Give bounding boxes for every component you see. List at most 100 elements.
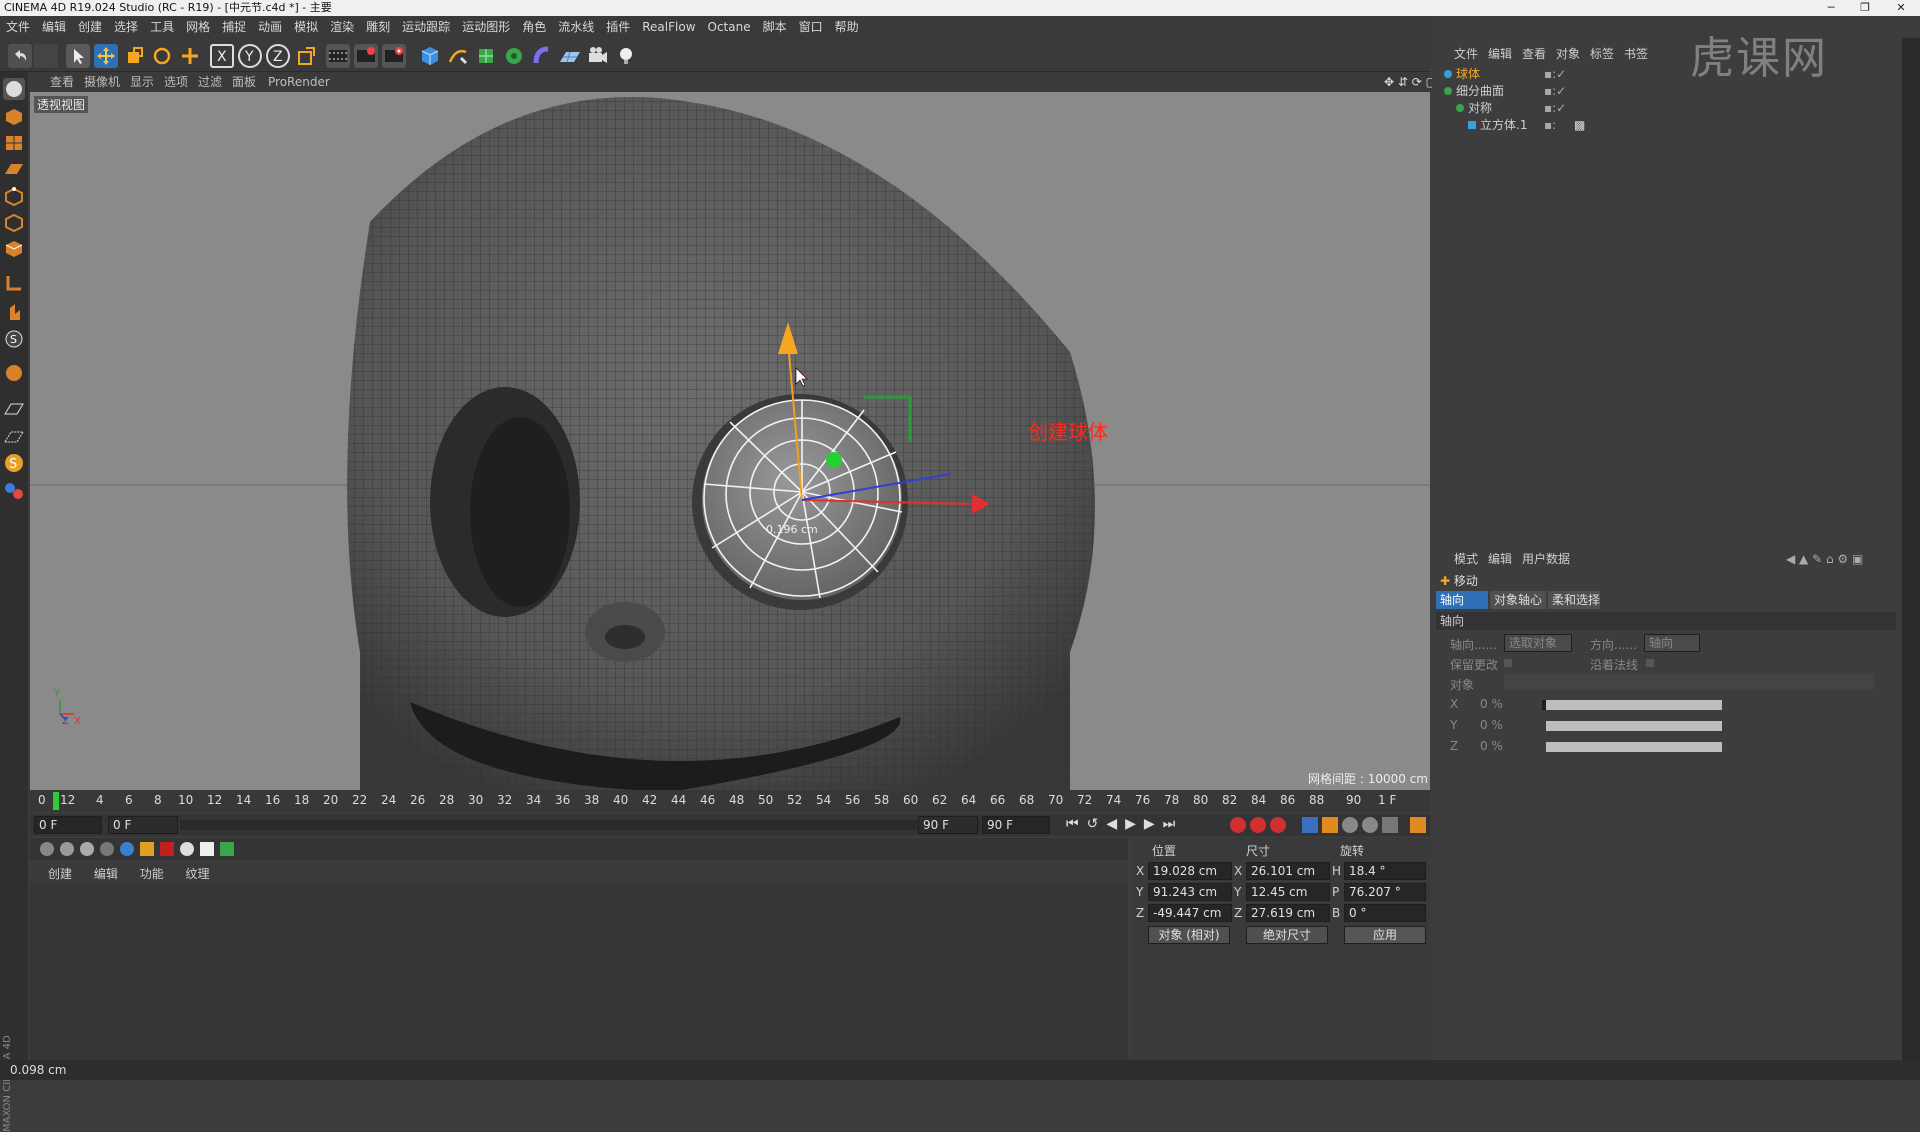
viewport-menu-item[interactable]: 显示 [130, 72, 154, 92]
recent-tool-icon[interactable] [178, 44, 202, 68]
attr-nav-icons[interactable]: ◀ ▲ ✎ ⌂ ⚙ ▣ [1786, 548, 1863, 570]
timeline-window-icon[interactable] [1410, 817, 1426, 833]
render-settings-icon[interactable] [382, 44, 406, 68]
menu-item[interactable]: 捕捉 [216, 16, 252, 38]
close-button[interactable]: ✕ [1886, 0, 1916, 16]
solo-mode-icon[interactable] [3, 362, 25, 384]
render-view-icon[interactable] [326, 44, 350, 68]
menu-item[interactable]: 脚本 [757, 16, 793, 38]
filter-sphere-icon[interactable] [40, 842, 54, 856]
side-tab-strip[interactable] [1902, 38, 1920, 1060]
rotate-tool-icon[interactable] [150, 44, 174, 68]
y-axis-lock-icon[interactable]: Y [238, 44, 262, 68]
tab-soft-selection[interactable]: 柔和选择 [1548, 591, 1600, 609]
z-axis-lock-icon[interactable]: Z [266, 44, 290, 68]
workplane-icon[interactable] [3, 158, 25, 180]
move-tool-icon[interactable] [94, 44, 118, 68]
material-manager-area[interactable] [30, 884, 1128, 1060]
tag-icon[interactable]: ▩ [1574, 117, 1585, 133]
om-menu-item[interactable]: 对象 [1556, 44, 1580, 64]
visibility-toggle[interactable]: ▪:✓ [1544, 100, 1566, 116]
object-link-field[interactable] [1504, 674, 1874, 690]
start-frame-field[interactable]: 0 F [34, 816, 102, 834]
menu-item[interactable]: 动画 [252, 16, 288, 38]
slider-z[interactable] [1546, 742, 1722, 752]
menu-item[interactable]: 网格 [180, 16, 216, 38]
menu-item[interactable]: Octane [702, 16, 757, 38]
texture-mode-icon[interactable] [3, 132, 25, 154]
object-row-subdivision[interactable]: 细分曲面 ▪:✓ [1440, 83, 1900, 99]
edges-mode-icon[interactable] [3, 212, 25, 234]
menu-item[interactable]: 编辑 [36, 16, 72, 38]
floor-icon[interactable] [558, 44, 582, 68]
menu-item[interactable]: 窗口 [793, 16, 829, 38]
deformer-icon[interactable] [530, 44, 554, 68]
om-menu-item[interactable]: 标签 [1590, 44, 1614, 64]
end-frame-field[interactable]: 90 F [982, 816, 1050, 834]
menu-item[interactable]: 流水线 [552, 16, 600, 38]
menu-item[interactable]: 工具 [144, 16, 180, 38]
menu-item[interactable]: 创建 [72, 16, 108, 38]
viewport-menu-item[interactable]: 过滤 [198, 72, 222, 92]
object-row-sphere[interactable]: 球体 ▪:✓ [1440, 66, 1900, 82]
keep-changes-checkbox[interactable] [1504, 659, 1512, 667]
filter-light-icon[interactable] [140, 842, 154, 856]
grid-snap-icon[interactable] [3, 426, 25, 448]
menu-item[interactable]: 渲染 [324, 16, 360, 38]
rotation-h-field[interactable]: 18.4 ° [1344, 862, 1426, 880]
range-start-field[interactable]: 0 F [108, 816, 178, 834]
apply-button[interactable]: 应用 [1344, 926, 1426, 944]
preview-range-slider[interactable] [180, 820, 980, 830]
key-scale-icon[interactable] [1322, 817, 1338, 833]
key-pla-icon[interactable] [1382, 817, 1398, 833]
workplane-lock-icon[interactable] [3, 398, 25, 420]
cube-primitive-icon[interactable] [418, 44, 442, 68]
maximize-button[interactable]: ❐ [1850, 0, 1880, 16]
visibility-toggle[interactable]: ▪:✓ [1544, 83, 1566, 99]
model-mode-icon[interactable] [3, 106, 25, 128]
menu-item[interactable]: 帮助 [829, 16, 865, 38]
x-axis-lock-icon[interactable]: X [210, 44, 234, 68]
menu-item[interactable]: 插件 [600, 16, 636, 38]
viewport-navigation-icons[interactable]: ✥ ⇵ ⟳ ▢ [1384, 72, 1437, 92]
tweak-mode-icon[interactable] [3, 300, 25, 322]
menu-item[interactable]: 文件 [0, 16, 36, 38]
redo-icon[interactable] [34, 44, 58, 68]
filter-octane-icon[interactable] [80, 842, 94, 856]
material-menu-item[interactable]: 纹理 [186, 867, 210, 881]
object-row-cube[interactable]: 立方体.1 ▪: ▩ [1440, 117, 1900, 133]
viewport-menu-item[interactable]: ProRender [268, 72, 330, 92]
coords-size-mode-select[interactable]: 绝对尺寸 [1246, 926, 1328, 944]
axis-mode-icon[interactable] [3, 272, 25, 294]
realflow-icon[interactable] [3, 480, 25, 502]
om-menu-item[interactable]: 文件 [1454, 44, 1478, 64]
material-menu-item[interactable]: 编辑 [94, 867, 118, 881]
rotation-b-field[interactable]: 0 ° [1344, 904, 1426, 922]
size-x-field[interactable]: 26.101 cm [1246, 862, 1330, 880]
key-rotation-icon[interactable] [1342, 817, 1358, 833]
viewport-menu-item[interactable]: 查看 [50, 72, 74, 92]
om-menu-item[interactable]: 书签 [1624, 44, 1648, 64]
keyframe-selection-icon[interactable] [1270, 817, 1286, 833]
axis-select[interactable]: 选取对象 [1504, 634, 1572, 652]
array-icon[interactable] [502, 44, 526, 68]
pen-spline-icon[interactable] [446, 44, 470, 68]
snapping-icon[interactable]: S [3, 328, 25, 350]
points-mode-icon[interactable] [3, 186, 25, 208]
key-parameter-icon[interactable] [1362, 817, 1378, 833]
record-icon[interactable] [1230, 817, 1246, 833]
rotation-p-field[interactable]: 76.207 ° [1344, 883, 1426, 901]
menu-item[interactable]: 运动跟踪 [396, 16, 456, 38]
autokey-icon[interactable] [1250, 817, 1266, 833]
position-y-field[interactable]: 91.243 cm [1148, 883, 1232, 901]
octane-s-icon[interactable]: S [3, 452, 25, 474]
viewport-menu-item[interactable]: 摄像机 [84, 72, 120, 92]
object-row-symmetry[interactable]: 对称 ▪:✓ [1440, 100, 1900, 116]
filter-material-icon[interactable] [100, 842, 114, 856]
size-y-field[interactable]: 12.45 cm [1246, 883, 1330, 901]
material-menu-item[interactable]: 功能 [140, 867, 164, 881]
coordinate-system-icon[interactable] [294, 44, 318, 68]
viewport-menu-item[interactable]: 面板 [232, 72, 256, 92]
filter-red-icon[interactable] [160, 842, 174, 856]
filter-shader-icon[interactable] [60, 842, 74, 856]
